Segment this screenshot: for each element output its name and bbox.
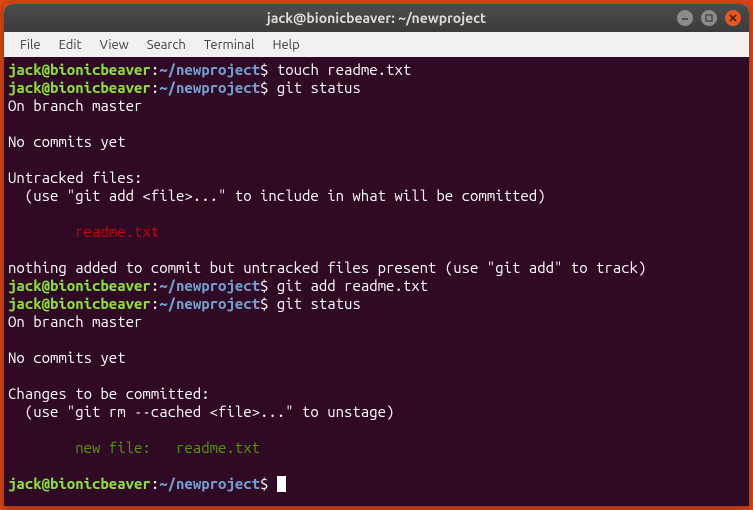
prompt-path: ~/newproject [159, 295, 260, 312]
terminal-output-line: new file: readme.txt [8, 439, 745, 457]
prompt-separator: : [151, 475, 159, 492]
terminal-output-line: On branch master [8, 97, 745, 115]
prompt-symbol: $ [260, 475, 277, 492]
terminal-blank-line [8, 331, 745, 349]
menu-file[interactable]: File [12, 36, 49, 54]
terminal-blank-line [8, 421, 745, 439]
terminal-line: jack@bionicbeaver:~/newproject$ touch re… [8, 61, 745, 79]
terminal-output-line: nothing added to commit but untracked fi… [8, 259, 745, 277]
prompt-separator: : [151, 277, 159, 294]
prompt-userhost: jack@bionicbeaver [8, 295, 151, 312]
terminal-blank-line [8, 367, 745, 385]
prompt-path: ~/newproject [159, 79, 260, 96]
prompt-symbol: $ [260, 295, 277, 312]
terminal-blank-line [8, 241, 745, 259]
prompt-path: ~/newproject [159, 475, 260, 492]
menu-view[interactable]: View [92, 36, 137, 54]
menubar: File Edit View Search Terminal Help [4, 32, 749, 57]
command-text: git status [277, 295, 361, 312]
prompt-symbol: $ [260, 61, 277, 78]
terminal-blank-line [8, 205, 745, 223]
terminal-output-line: readme.txt [8, 223, 745, 241]
menu-edit[interactable]: Edit [51, 36, 90, 54]
command-text: git add readme.txt [277, 277, 428, 294]
prompt-symbol: $ [260, 277, 277, 294]
command-text: git status [277, 79, 361, 96]
terminal-blank-line [8, 457, 745, 475]
terminal-output-line: No commits yet [8, 349, 745, 367]
terminal-output-line: On branch master [8, 313, 745, 331]
prompt-separator: : [151, 295, 159, 312]
terminal-output-line: Untracked files: [8, 169, 745, 187]
menu-terminal[interactable]: Terminal [196, 36, 263, 54]
prompt-path: ~/newproject [159, 61, 260, 78]
close-button[interactable] [725, 10, 741, 26]
terminal-window: jack@bionicbeaver: ~/newproject File Edi… [4, 4, 749, 506]
terminal-blank-line [8, 115, 745, 133]
terminal-line: jack@bionicbeaver:~/newproject$ [8, 475, 745, 493]
titlebar[interactable]: jack@bionicbeaver: ~/newproject [4, 4, 749, 32]
maximize-button[interactable] [701, 10, 717, 26]
terminal-output-line: Changes to be committed: [8, 385, 745, 403]
terminal-output-line: (use "git add <file>..." to include in w… [8, 187, 745, 205]
terminal-output-line: (use "git rm --cached <file>..." to unst… [8, 403, 745, 421]
minimize-button[interactable] [677, 10, 693, 26]
prompt-userhost: jack@bionicbeaver [8, 475, 151, 492]
terminal-blank-line [8, 151, 745, 169]
terminal-line: jack@bionicbeaver:~/newproject$ git add … [8, 277, 745, 295]
cursor [277, 476, 286, 492]
prompt-separator: : [151, 61, 159, 78]
prompt-userhost: jack@bionicbeaver [8, 61, 151, 78]
prompt-userhost: jack@bionicbeaver [8, 79, 151, 96]
command-text: touch readme.txt [277, 61, 411, 78]
menu-help[interactable]: Help [264, 36, 307, 54]
prompt-userhost: jack@bionicbeaver [8, 277, 151, 294]
terminal-line: jack@bionicbeaver:~/newproject$ git stat… [8, 79, 745, 97]
prompt-symbol: $ [260, 79, 277, 96]
prompt-separator: : [151, 79, 159, 96]
prompt-path: ~/newproject [159, 277, 260, 294]
menu-search[interactable]: Search [139, 36, 194, 54]
window-controls [677, 10, 741, 26]
terminal-output-line: No commits yet [8, 133, 745, 151]
window-title: jack@bionicbeaver: ~/newproject [267, 10, 486, 26]
terminal-body[interactable]: jack@bionicbeaver:~/newproject$ touch re… [4, 57, 749, 506]
terminal-line: jack@bionicbeaver:~/newproject$ git stat… [8, 295, 745, 313]
